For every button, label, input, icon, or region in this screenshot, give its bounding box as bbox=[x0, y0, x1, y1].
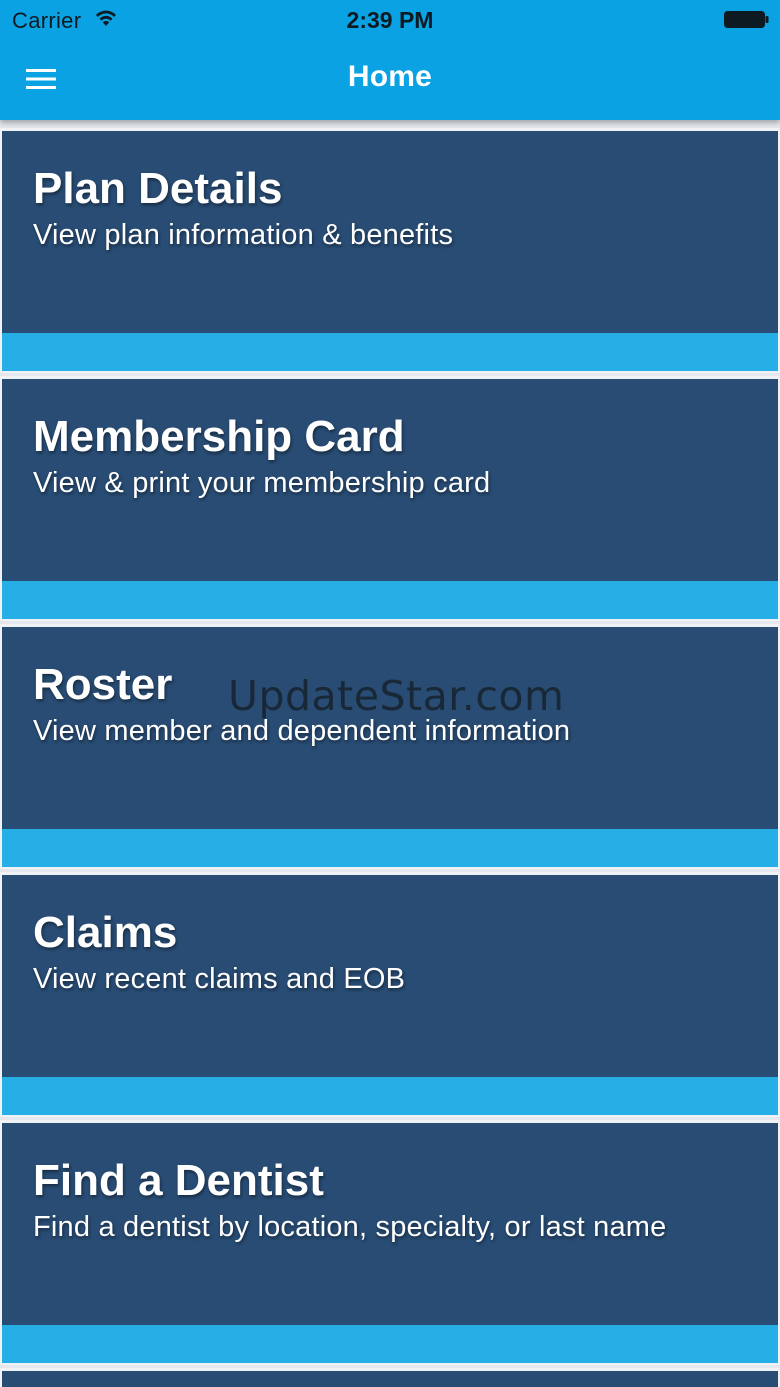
tile-subtitle: View member and dependent information bbox=[33, 715, 571, 747]
status-time: 2:39 PM bbox=[346, 7, 434, 33]
tile-accent-strip bbox=[2, 829, 778, 867]
tile-body: Find a Dentist Find a dentist by locatio… bbox=[2, 1123, 778, 1328]
tile-subtitle: Find a dentist by location, specialty, o… bbox=[33, 1211, 667, 1243]
tile-body: Claims View recent claims and EOB bbox=[2, 875, 778, 1080]
tile-body: Membership Card View & print your member… bbox=[2, 379, 778, 584]
app-screen: Carrier 2:39 PM Home Plan Details View p… bbox=[0, 0, 780, 1387]
tile-accent-strip bbox=[2, 1077, 778, 1115]
tile-title: Find a Dentist bbox=[33, 1156, 324, 1205]
tile-roster[interactable]: Roster View member and dependent informa… bbox=[0, 624, 780, 869]
tile-title: Claims bbox=[33, 908, 178, 957]
tile-subtitle: View recent claims and EOB bbox=[33, 963, 406, 995]
page-title: Home bbox=[347, 60, 433, 93]
tile-accent-strip bbox=[2, 1325, 778, 1363]
top-bar: Carrier 2:39 PM Home bbox=[0, 0, 780, 120]
tile-body: Plan Details View plan information & ben… bbox=[2, 131, 778, 336]
tile-plan-details[interactable]: Plan Details View plan information & ben… bbox=[0, 128, 780, 373]
tile-accent-strip bbox=[2, 581, 778, 619]
navigation-bar: Home bbox=[0, 40, 780, 120]
tile-claims[interactable]: Claims View recent claims and EOB bbox=[0, 872, 780, 1117]
tile-title: Roster bbox=[33, 660, 173, 709]
hamburger-menu-icon bbox=[26, 69, 56, 89]
home-tiles-list: Plan Details View plan information & ben… bbox=[0, 128, 780, 1387]
tile-subtitle: View & print your membership card bbox=[33, 467, 491, 499]
status-bar: Carrier 2:39 PM bbox=[0, 0, 780, 40]
tile-find-a-dentist[interactable]: Find a Dentist Find a dentist by locatio… bbox=[0, 1120, 780, 1365]
menu-button[interactable] bbox=[14, 56, 68, 102]
tile-title: Plan Details bbox=[33, 164, 283, 213]
tile-body: Roster View member and dependent informa… bbox=[2, 627, 778, 832]
battery-icon bbox=[724, 11, 770, 28]
tile-membership-card[interactable]: Membership Card View & print your member… bbox=[0, 376, 780, 621]
tile-title: Membership Card bbox=[33, 412, 405, 461]
tile-next-partial[interactable] bbox=[0, 1368, 780, 1387]
tile-accent-strip bbox=[2, 333, 778, 371]
tile-subtitle: View plan information & benefits bbox=[33, 219, 454, 251]
